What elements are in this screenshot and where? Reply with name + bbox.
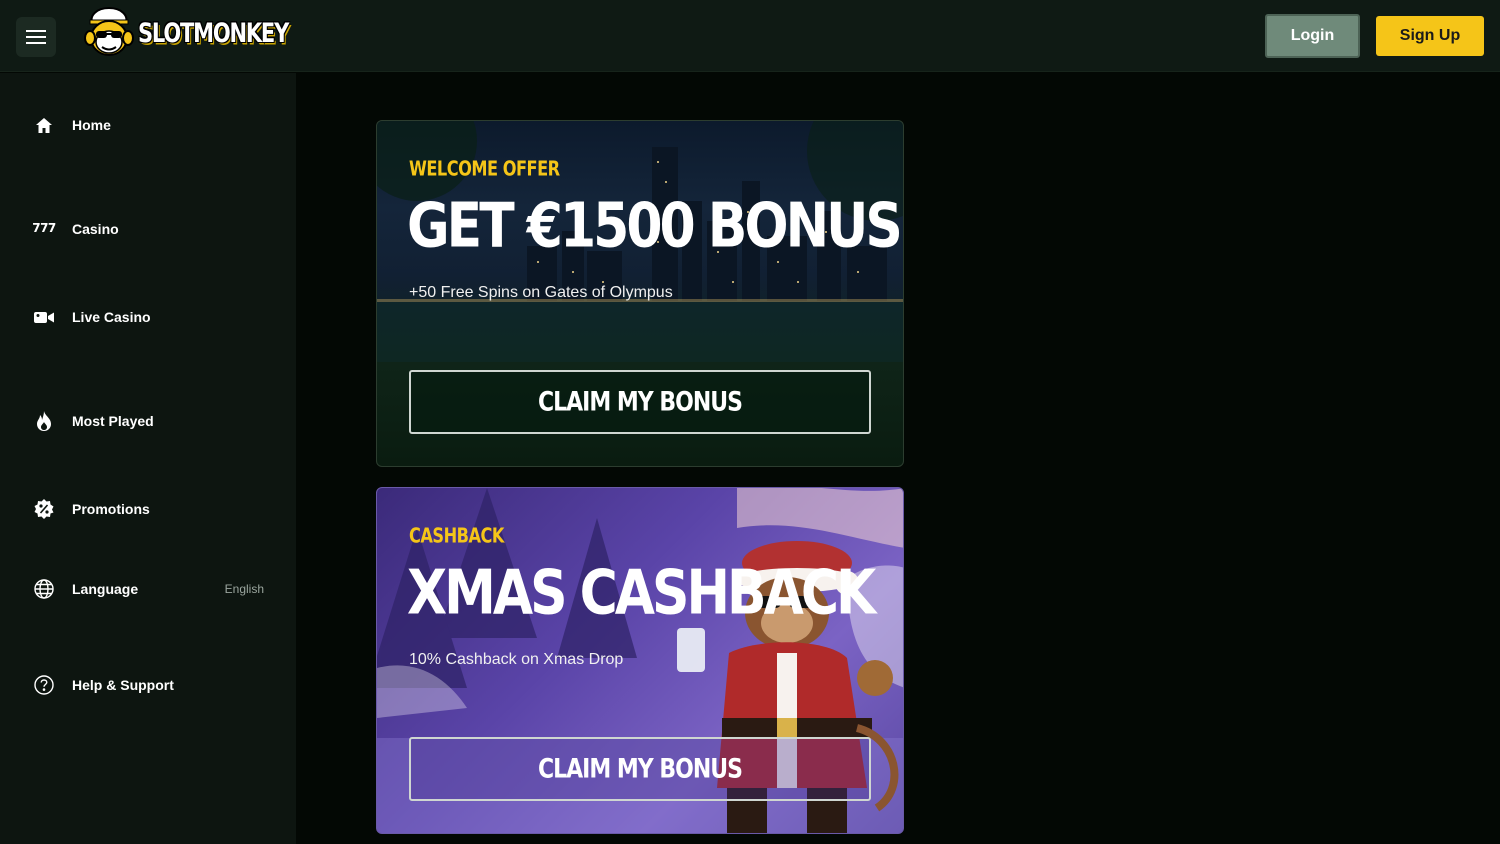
sidebar-item-home[interactable]: Home (0, 105, 296, 145)
sidebar: Home 777 Casino Live Casino Most Played … (0, 73, 296, 844)
sidebar-item-label: Home (72, 117, 111, 133)
percent-badge-icon (32, 497, 56, 521)
claim-bonus-button[interactable]: CLAIM MY BONUS (409, 370, 871, 434)
sidebar-item-promotions[interactable]: Promotions (0, 489, 296, 529)
slotmonkey-logo[interactable]: SLOTMONKEY (84, 6, 289, 60)
promo-tag: CASHBACK (409, 524, 504, 549)
sidebar-item-help-support[interactable]: Help & Support (0, 665, 296, 705)
sidebar-item-label: Live Casino (72, 309, 151, 325)
777-icon: 777 (32, 221, 56, 235)
promo-title: XMAS CASHBACK (407, 558, 876, 629)
promo-subtitle: 10% Cashback on Xmas Drop (409, 651, 624, 668)
claim-bonus-label: CLAIM MY BONUS (537, 387, 743, 417)
sidebar-item-label: Promotions (72, 501, 150, 517)
promo-card-welcome: WELCOME OFFER GET €1500 BONUS +50 Free S… (376, 120, 904, 467)
sidebar-item-label: Casino (72, 221, 119, 237)
signup-button[interactable]: Sign Up (1376, 16, 1484, 56)
video-camera-icon (32, 305, 56, 329)
claim-bonus-button[interactable]: CLAIM MY BONUS (409, 737, 871, 801)
hamburger-menu-button[interactable] (16, 17, 56, 57)
top-bar: SLOTMONKEY Login Sign Up (0, 0, 1500, 72)
sidebar-item-casino[interactable]: 777 Casino (0, 209, 296, 249)
login-button[interactable]: Login (1265, 14, 1360, 58)
monkey-logo-icon (84, 6, 134, 56)
sidebar-item-label: Language (72, 581, 139, 597)
promo-card-xmas-cashback: CASHBACK XMAS CASHBACK 10% Cashback on X… (376, 487, 904, 834)
question-circle-icon (32, 673, 56, 697)
flame-icon (32, 409, 56, 433)
promo-title: GET €1500 BONUS (407, 191, 903, 262)
home-icon (32, 113, 56, 137)
promo-tag: WELCOME OFFER (409, 157, 560, 182)
sidebar-item-label: Help & Support (72, 677, 174, 693)
globe-icon (32, 577, 56, 601)
sidebar-item-live-casino[interactable]: Live Casino (0, 297, 296, 337)
hamburger-icon (26, 30, 46, 44)
language-value: English (224, 582, 264, 596)
promo-subtitle: +50 Free Spins on Gates of Olympus (409, 284, 673, 301)
logo-text: SLOTMONKEY (138, 18, 289, 48)
sidebar-item-label: Most Played (72, 413, 154, 429)
sidebar-item-most-played[interactable]: Most Played (0, 401, 296, 441)
sidebar-item-language[interactable]: Language English (0, 569, 296, 609)
claim-bonus-label: CLAIM MY BONUS (537, 754, 743, 784)
